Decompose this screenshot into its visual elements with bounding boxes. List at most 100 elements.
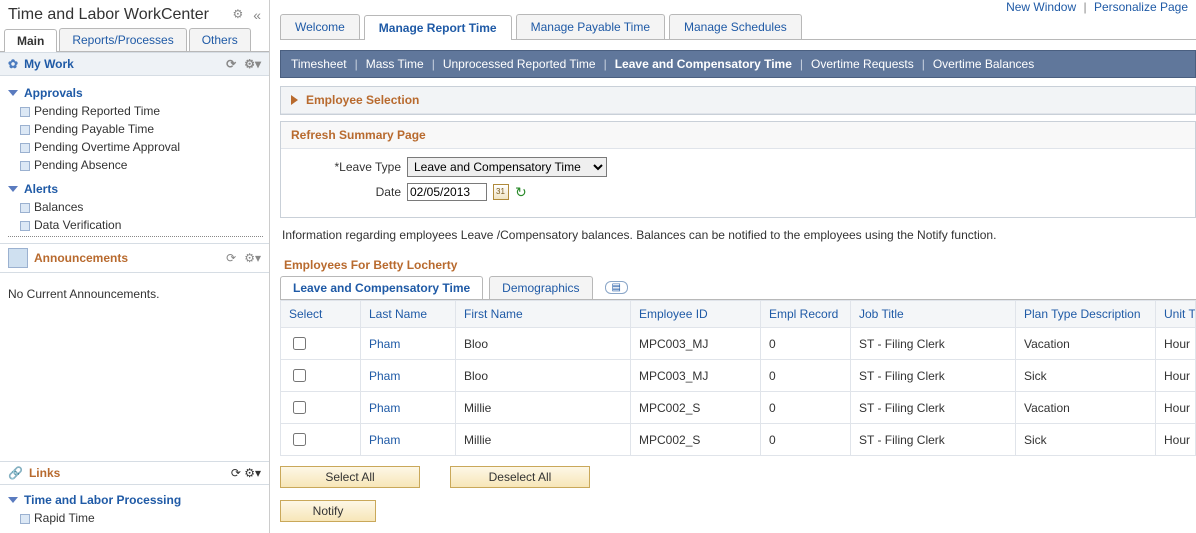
workcenter-header: Time and Labor WorkCenter ⚙ «	[0, 0, 269, 28]
employees-for-title: Employees For Betty Locherty	[280, 252, 1196, 276]
nav-leave-comp[interactable]: Leave and Compensatory Time	[615, 57, 792, 71]
nav-unprocessed[interactable]: Unprocessed Reported Time	[443, 57, 596, 71]
new-window-link[interactable]: New Window	[1006, 0, 1076, 14]
nav-overtime-bal[interactable]: Overtime Balances	[933, 57, 1034, 71]
tree-item[interactable]: Balances	[8, 198, 263, 216]
refresh-icon[interactable]: ⟳	[226, 57, 236, 71]
table-row: PhamMillieMPC002_S0ST - Filing ClerkSick…	[281, 424, 1196, 456]
employee-selection-header[interactable]: Employee Selection	[281, 87, 1195, 114]
row-checkbox[interactable]	[293, 401, 306, 414]
page-tab-welcome[interactable]: Welcome	[280, 14, 360, 39]
links-item[interactable]: Rapid Time	[8, 509, 263, 527]
col-unit[interactable]: Unit T	[1156, 301, 1196, 328]
tree-group-approvals[interactable]: Approvals	[8, 86, 263, 100]
left-tab-label: Main	[17, 34, 44, 48]
tree-item-label: Balances	[34, 200, 83, 214]
left-tab-main[interactable]: Main	[4, 29, 57, 52]
col-first-name[interactable]: First Name	[456, 301, 631, 328]
date-input[interactable]	[407, 183, 487, 201]
collapse-icon[interactable]: «	[253, 7, 261, 23]
announcements-title: Announcements	[34, 251, 128, 265]
col-job-title[interactable]: Job Title	[851, 301, 1016, 328]
page-tab-manage-schedules[interactable]: Manage Schedules	[669, 14, 802, 39]
refresh-summary-title: Refresh Summary Page	[281, 122, 1195, 148]
nav-mass-time[interactable]: Mass Time	[366, 57, 424, 71]
tree-item[interactable]: Pending Overtime Approval	[8, 138, 263, 156]
grid-tab-label: Demographics	[502, 281, 579, 295]
cell-first-name: Bloo	[456, 328, 631, 360]
cell-emplid: MPC002_S	[631, 392, 761, 424]
page-tabs: Welcome Manage Report Time Manage Payabl…	[280, 14, 1196, 40]
last-name-link[interactable]: Pham	[369, 369, 400, 383]
table-row: PhamMillieMPC002_S0ST - Filing ClerkVaca…	[281, 392, 1196, 424]
employee-grid: Select Last Name First Name Employee ID …	[280, 300, 1196, 456]
col-empl-record[interactable]: Empl Record	[761, 301, 851, 328]
last-name-link[interactable]: Pham	[369, 337, 400, 351]
col-last-name[interactable]: Last Name	[361, 301, 456, 328]
tree-item[interactable]: Pending Reported Time	[8, 102, 263, 120]
row-checkbox[interactable]	[293, 433, 306, 446]
page-tab-manage-report-time[interactable]: Manage Report Time	[364, 15, 512, 40]
cell-select	[281, 392, 361, 424]
workcenter-left-pane: Time and Labor WorkCenter ⚙ « Main Repor…	[0, 0, 270, 533]
table-row: PhamBlooMPC003_MJ0ST - Filing ClerkSickH…	[281, 360, 1196, 392]
col-emplid[interactable]: Employee ID	[631, 301, 761, 328]
expand-icon	[291, 95, 298, 105]
grid-tab-demographics[interactable]: Demographics	[489, 276, 592, 299]
tree-item-label: Pending Payable Time	[34, 122, 154, 136]
left-tab-others[interactable]: Others	[189, 28, 251, 51]
gear-icon[interactable]: ⚙	[232, 7, 243, 23]
left-tab-reports[interactable]: Reports/Processes	[59, 28, 186, 51]
cell-last-name: Pham	[361, 328, 456, 360]
cell-emplid: MPC002_S	[631, 424, 761, 456]
announcements-bar: Announcements ⟳ ⚙▾	[0, 243, 269, 273]
tree-item-label: Data Verification	[34, 218, 121, 232]
row-checkbox[interactable]	[293, 337, 306, 350]
grid-tab-leave[interactable]: Leave and Compensatory Time	[280, 276, 483, 299]
tree-group-label: Alerts	[24, 182, 58, 196]
links-group[interactable]: Time and Labor Processing	[8, 493, 263, 507]
last-name-link[interactable]: Pham	[369, 401, 400, 415]
table-row: PhamBlooMPC003_MJ0ST - Filing ClerkVacat…	[281, 328, 1196, 360]
page-tab-label: Manage Payable Time	[531, 20, 650, 34]
select-all-button[interactable]: Select All	[280, 466, 420, 488]
links-title: Links	[29, 466, 60, 480]
nav-band: Timesheet| Mass Time| Unprocessed Report…	[280, 50, 1196, 78]
twisty-icon	[8, 497, 18, 503]
deselect-all-button[interactable]: Deselect All	[450, 466, 590, 488]
refresh-icon[interactable]: ⟳	[231, 466, 241, 480]
page-tab-manage-payable-time[interactable]: Manage Payable Time	[516, 14, 665, 39]
notify-button[interactable]: Notify	[280, 500, 376, 522]
cell-last-name: Pham	[361, 424, 456, 456]
nav-overtime-req[interactable]: Overtime Requests	[811, 57, 914, 71]
calendar-icon[interactable]	[493, 184, 509, 200]
tree-group-alerts[interactable]: Alerts	[8, 182, 263, 196]
nav-timesheet[interactable]: Timesheet	[291, 57, 347, 71]
cell-empl-record: 0	[761, 328, 851, 360]
tree-item-label: Pending Absence	[34, 158, 127, 172]
cell-unit: Hour	[1156, 328, 1196, 360]
show-all-columns-icon[interactable]: ▤	[605, 281, 628, 294]
tree-item[interactable]: Pending Payable Time	[8, 120, 263, 138]
cell-job-title: ST - Filing Clerk	[851, 424, 1016, 456]
gear-icon[interactable]: ⚙▾	[244, 466, 261, 480]
personalize-page-link[interactable]: Personalize Page	[1094, 0, 1188, 14]
cell-unit: Hour	[1156, 360, 1196, 392]
last-name-link[interactable]: Pham	[369, 433, 400, 447]
cell-emplid: MPC003_MJ	[631, 328, 761, 360]
gear-icon[interactable]: ⚙▾	[244, 57, 261, 71]
leave-type-select[interactable]: Leave and Compensatory Time	[407, 157, 607, 177]
col-select[interactable]: Select	[281, 301, 361, 328]
gear-icon[interactable]: ⚙▾	[244, 251, 261, 265]
refresh-icon[interactable]: ↻	[515, 184, 527, 201]
refresh-icon[interactable]: ⟳	[226, 251, 236, 265]
main-content: New Window | Personalize Page Welcome Ma…	[280, 0, 1196, 533]
links-bar: 🔗 Links ⟳ ⚙▾	[0, 461, 269, 485]
mywork-tree: Approvals Pending Reported Time Pending …	[0, 76, 269, 243]
tree-item[interactable]: Data Verification	[8, 216, 263, 237]
tree-item[interactable]: Pending Absence	[8, 156, 263, 174]
row-checkbox[interactable]	[293, 369, 306, 382]
links-icon: 🔗	[8, 466, 23, 480]
refresh-summary-box: Refresh Summary Page Leave Type Leave an…	[280, 121, 1196, 218]
col-plan-type[interactable]: Plan Type Description	[1016, 301, 1156, 328]
